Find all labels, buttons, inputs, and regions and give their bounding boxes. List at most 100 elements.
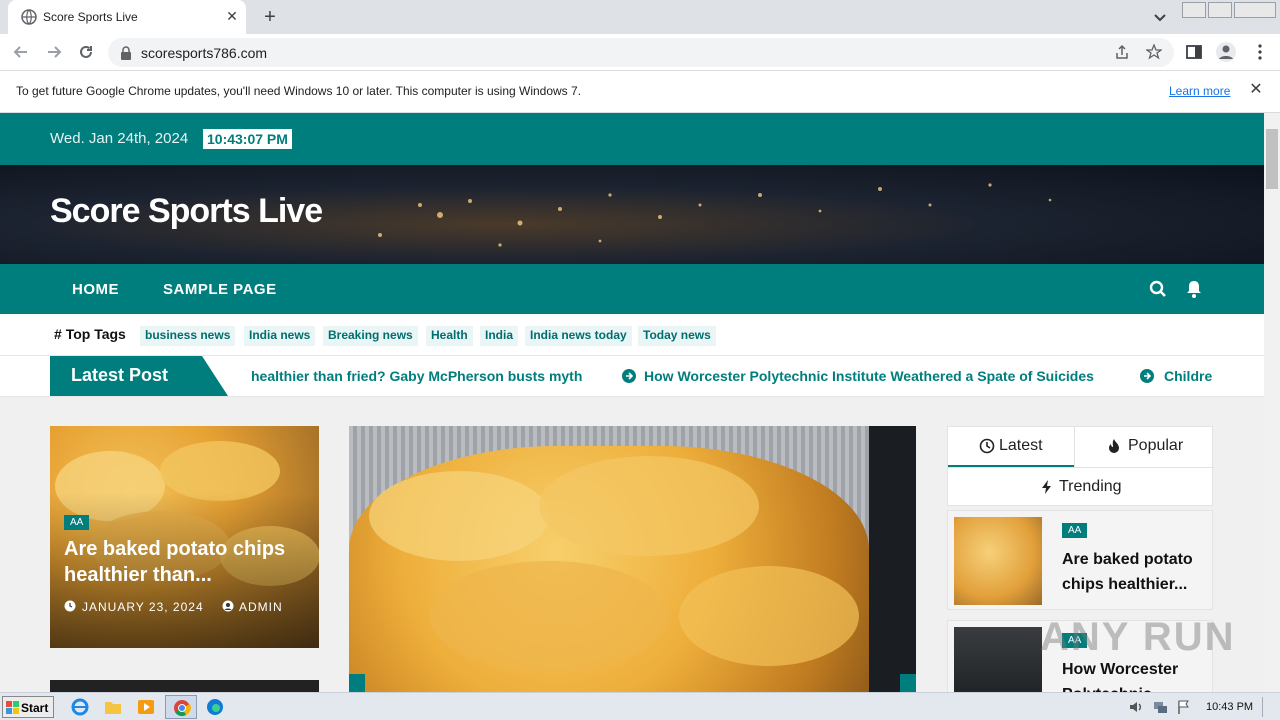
category-badge[interactable]: AA	[1062, 523, 1088, 538]
address-bar[interactable]: scoresports786.com	[108, 38, 1174, 67]
site-title[interactable]: Score Sports Live	[50, 192, 323, 231]
top-tags-label: Top Tags	[65, 326, 126, 342]
anyrun-watermark: ANY RUN	[1040, 615, 1236, 659]
latest-post-label: Latest Post	[50, 356, 228, 396]
browser-tab-strip: Score Sports Live ✕ +	[0, 0, 1280, 34]
tag-today-news[interactable]: Today news	[638, 326, 716, 346]
edge-icon[interactable]	[206, 698, 224, 716]
network-icon[interactable]	[1152, 699, 1168, 715]
clock-icon	[64, 600, 76, 612]
reload-icon[interactable]	[77, 43, 95, 61]
fire-icon	[1109, 439, 1119, 453]
globe-icon	[21, 9, 37, 25]
close-infobar-icon[interactable]: ✕	[1248, 82, 1264, 98]
new-tab-button[interactable]: +	[260, 7, 280, 27]
sidebar-post-title[interactable]: How Worcester Polytechnic	[1062, 657, 1207, 692]
ticker-item[interactable]: How Worcester Polytechnic Institute Weat…	[644, 368, 1094, 384]
tab-popular[interactable]: Popular	[1074, 427, 1214, 467]
ticker-item[interactable]: healthier than fried? Gaby McPherson bus…	[251, 368, 582, 384]
tab-close-icon[interactable]: ✕	[224, 8, 240, 24]
page-scrollbar[interactable]	[1264, 113, 1280, 692]
post-card-thumbnail[interactable]	[50, 680, 319, 692]
kebab-menu-icon[interactable]	[1251, 43, 1269, 61]
top-tags-heading: # Top Tags	[54, 326, 126, 342]
lock-icon	[121, 46, 131, 60]
volume-icon[interactable]	[1128, 699, 1144, 715]
url-text: scoresports786.com	[141, 45, 268, 61]
tab-title: Score Sports Live	[43, 10, 138, 24]
latest-post-text: Latest Post	[71, 365, 169, 385]
arrow-circle-right-icon	[622, 369, 636, 383]
show-desktop-button[interactable]	[1262, 697, 1276, 717]
folder-icon[interactable]	[104, 698, 122, 716]
back-arrow-icon[interactable]	[12, 43, 30, 61]
flag-icon[interactable]	[1176, 699, 1192, 715]
post-date[interactable]: JANUARY 23, 2024	[82, 600, 204, 614]
chevron-down-icon[interactable]	[1152, 9, 1168, 25]
bell-icon[interactable]	[1186, 280, 1202, 298]
featured-slider[interactable]	[349, 426, 916, 692]
tag-breaking-news[interactable]: Breaking news	[323, 326, 418, 346]
latest-post-ticker: Latest Post healthier than fried? Gaby M…	[0, 356, 1264, 397]
site-header-banner: Score Sports Live	[0, 165, 1264, 264]
tab-popular-label: Popular	[1128, 437, 1184, 454]
start-button[interactable]: Start	[2, 696, 54, 718]
minimize-button[interactable]	[1182, 2, 1206, 18]
sidebar-post-item[interactable]: AA Are baked potato chips healthier...	[947, 510, 1213, 610]
featured-post-title[interactable]: Are baked potato chips healthier than...	[64, 536, 309, 588]
tag-india[interactable]: India	[480, 326, 519, 346]
profile-avatar-icon[interactable]	[1215, 41, 1237, 63]
tray-clock[interactable]: 10:43 PM	[1206, 701, 1253, 713]
nav-sample-page[interactable]: SAMPLE PAGE	[163, 281, 277, 298]
forward-arrow-icon[interactable]	[45, 43, 63, 61]
tag-india-news-today[interactable]: India news today	[525, 326, 632, 346]
hash-icon: #	[54, 326, 62, 342]
sidebar-post-title[interactable]: Are baked potato chips healthier...	[1062, 547, 1207, 597]
chrome-icon	[174, 700, 191, 717]
learn-more-link[interactable]: Learn more	[1169, 84, 1230, 98]
next-slide-preview	[869, 426, 916, 692]
tab-latest-label: Latest	[999, 437, 1043, 454]
user-circle-icon	[222, 600, 234, 612]
tag-business-news[interactable]: business news	[140, 326, 236, 346]
chrome-taskbar-button[interactable]	[165, 695, 197, 719]
browser-tab[interactable]: Score Sports Live ✕	[8, 0, 246, 34]
media-player-icon[interactable]	[137, 698, 155, 716]
share-icon[interactable]	[1114, 44, 1130, 60]
chips-detail	[369, 456, 859, 671]
arrow-circle-right-icon	[1140, 369, 1154, 383]
page-viewport: Wed. Jan 24th, 2024 10:43:07 PM Score Sp…	[0, 113, 1264, 692]
tab-latest[interactable]: Latest	[948, 427, 1074, 467]
close-window-button[interactable]	[1234, 2, 1276, 18]
slider-next-button[interactable]	[900, 674, 916, 692]
tab-trending-label: Trending	[1059, 478, 1122, 495]
bolt-icon	[1042, 480, 1051, 494]
tab-trending[interactable]: Trending	[948, 467, 1214, 507]
windows-taskbar: Start 10:43 PM	[0, 692, 1280, 720]
tag-india-news[interactable]: India news	[244, 326, 316, 346]
nav-home[interactable]: HOME	[72, 281, 119, 298]
sidebar-tab-bar: Latest Popular Trending	[947, 426, 1214, 507]
post-author[interactable]: ADMIN	[239, 600, 283, 614]
ticker-item[interactable]: Childre	[1164, 368, 1212, 384]
slider-prev-button[interactable]	[349, 674, 365, 692]
top-tags-bar: # Top Tags business news India news Brea…	[0, 314, 1264, 356]
clock-icon	[979, 438, 995, 454]
featured-post-card[interactable]: AA Are baked potato chips healthier than…	[50, 426, 319, 648]
category-badge[interactable]: AA	[64, 515, 90, 530]
internet-explorer-icon[interactable]	[71, 698, 89, 716]
update-infobar: To get future Google Chrome updates, you…	[0, 71, 1280, 113]
side-panel-icon[interactable]	[1185, 43, 1203, 61]
star-icon[interactable]	[1146, 44, 1162, 60]
restore-button[interactable]	[1208, 2, 1232, 18]
post-thumbnail[interactable]	[954, 627, 1042, 692]
current-time: 10:43:07 PM	[203, 129, 292, 149]
current-date: Wed. Jan 24th, 2024	[50, 130, 189, 147]
search-icon[interactable]	[1149, 280, 1167, 298]
main-nav: HOME SAMPLE PAGE	[0, 264, 1264, 314]
infobar-message: To get future Google Chrome updates, you…	[16, 84, 582, 98]
tag-health[interactable]: Health	[426, 326, 473, 346]
scroll-thumb[interactable]	[1266, 129, 1278, 189]
post-thumbnail[interactable]	[954, 517, 1042, 605]
browser-toolbar: scoresports786.com	[0, 34, 1280, 71]
